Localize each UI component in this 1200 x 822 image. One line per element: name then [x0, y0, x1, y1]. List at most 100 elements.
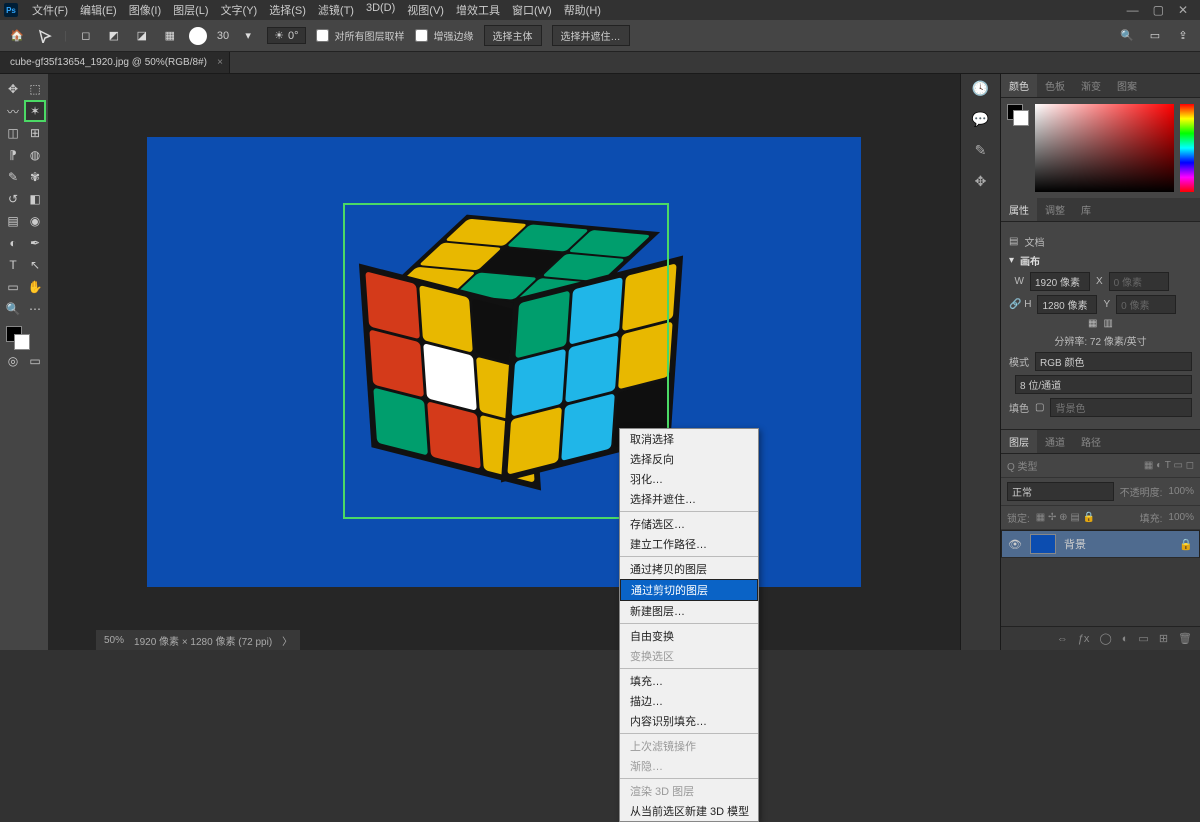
panel-tab[interactable]: 渐变: [1073, 74, 1109, 97]
canvas-width-input[interactable]: 1920 像素: [1030, 272, 1090, 291]
search-icon[interactable]: 🔍: [1118, 27, 1136, 45]
maximize-icon[interactable]: ▢: [1153, 3, 1164, 17]
color-swatches[interactable]: [6, 326, 30, 350]
menu-item[interactable]: 图层(L): [167, 0, 214, 21]
menu-item[interactable]: 滤镜(T): [312, 0, 360, 21]
context-menu-item[interactable]: 新建图层…: [620, 601, 758, 621]
panel-tab[interactable]: 颜色: [1001, 74, 1037, 97]
screenmode-tool[interactable]: ▭: [25, 351, 45, 371]
document-tab[interactable]: cube-gf35f13654_1920.jpg @ 50%(RGB/8#)×: [0, 52, 230, 73]
panel-tab[interactable]: 属性: [1001, 198, 1037, 221]
menu-item[interactable]: 3D(D): [360, 0, 401, 21]
menu-item[interactable]: 图像(I): [123, 0, 167, 21]
layer-row[interactable]: 👁 背景 🔒: [1001, 530, 1200, 558]
context-menu-item[interactable]: 内容识别填充…: [620, 711, 758, 731]
minimize-icon[interactable]: —: [1127, 3, 1139, 17]
sub-sel-icon[interactable]: ◪: [133, 27, 151, 45]
panel-tab[interactable]: 色板: [1037, 74, 1073, 97]
move-tool[interactable]: ✥: [3, 79, 23, 99]
color-field[interactable]: [1035, 104, 1174, 192]
delete-layer-icon[interactable]: 🗑: [1178, 632, 1192, 645]
menu-item[interactable]: 视图(V): [401, 0, 450, 21]
history-brush-tool[interactable]: ↺: [3, 189, 23, 209]
context-menu-item[interactable]: 自由变换: [620, 626, 758, 646]
crop-tool[interactable]: ◫: [3, 123, 23, 143]
angle-input[interactable]: ☀ 0°: [267, 27, 305, 44]
eraser-tool[interactable]: ◧: [25, 189, 45, 209]
select-subject-button[interactable]: 选择主体: [484, 25, 542, 46]
close-icon[interactable]: ✕: [1178, 3, 1188, 17]
frame-tool[interactable]: ⊞: [25, 123, 45, 143]
type-tool[interactable]: T: [3, 255, 23, 275]
home-icon[interactable]: 🏠: [8, 27, 26, 45]
canvas-height-input[interactable]: 1280 像素: [1037, 295, 1097, 314]
menu-item[interactable]: 文字(Y): [215, 0, 264, 21]
layer-thumbnail[interactable]: [1030, 534, 1056, 554]
context-menu-item[interactable]: 填充…: [620, 671, 758, 691]
new-sel-icon[interactable]: ◻: [77, 27, 95, 45]
brush-panel-icon[interactable]: ✎: [975, 142, 987, 159]
sample-all-layers-checkbox[interactable]: 对所有图层取样: [316, 28, 405, 43]
color-mode-select[interactable]: RGB 颜色: [1035, 352, 1192, 371]
menu-item[interactable]: 帮助(H): [558, 0, 607, 21]
healing-tool[interactable]: ◍: [25, 145, 45, 165]
panel-tab[interactable]: 调整: [1037, 198, 1073, 221]
context-menu-item[interactable]: 取消选择: [620, 429, 758, 449]
tool-preset-icon[interactable]: [36, 27, 54, 45]
add-sel-icon[interactable]: ◩: [105, 27, 123, 45]
workspace-icon[interactable]: ▭: [1146, 27, 1164, 45]
clone-panel-icon[interactable]: ✥: [975, 173, 987, 190]
comment-icon[interactable]: 💬: [972, 111, 989, 128]
context-menu-item[interactable]: 存储选区…: [620, 514, 758, 534]
fx-icon[interactable]: ƒx: [1078, 633, 1090, 645]
enhance-edge-checkbox[interactable]: 增强边缘: [415, 28, 474, 43]
fg-bg-swatch[interactable]: [1007, 104, 1029, 126]
panel-tab[interactable]: 图案: [1109, 74, 1145, 97]
context-menu-item[interactable]: 选择反向: [620, 449, 758, 469]
group-icon[interactable]: ▭: [1138, 632, 1148, 645]
quick-select-tool[interactable]: ✶: [25, 101, 45, 121]
context-menu-item[interactable]: 描边…: [620, 691, 758, 711]
bit-depth-select[interactable]: 8 位/通道: [1015, 375, 1192, 394]
dodge-tool[interactable]: ◐: [3, 233, 23, 253]
panel-tab[interactable]: 库: [1073, 198, 1099, 221]
close-tab-icon[interactable]: ×: [217, 57, 223, 68]
marquee-tool[interactable]: ⬚: [25, 79, 45, 99]
mask-icon[interactable]: ◯: [1099, 632, 1111, 645]
int-sel-icon[interactable]: ▦: [161, 27, 179, 45]
zoom-tool[interactable]: 🔍: [3, 299, 23, 319]
blur-tool[interactable]: ◉: [25, 211, 45, 231]
menu-item[interactable]: 编辑(E): [74, 0, 123, 21]
quickmask-tool[interactable]: ◎: [3, 351, 23, 371]
edit-toolbar[interactable]: ⋯: [25, 299, 45, 319]
link-layers-icon[interactable]: ⇔: [1057, 633, 1068, 645]
panel-tab[interactable]: 通道: [1037, 430, 1073, 453]
menu-item[interactable]: 文件(F): [26, 0, 74, 21]
menu-item[interactable]: 增效工具: [450, 0, 506, 21]
brush-preview[interactable]: [189, 27, 207, 45]
context-menu-item[interactable]: 羽化…: [620, 469, 758, 489]
history-icon[interactable]: 🕓: [972, 80, 989, 97]
context-menu-item[interactable]: 建立工作路径…: [620, 534, 758, 554]
visibility-icon[interactable]: 👁: [1008, 538, 1022, 551]
eyedropper-tool[interactable]: ⁋: [3, 145, 23, 165]
lock-icon[interactable]: 🔒: [1179, 538, 1193, 551]
brush-tool[interactable]: ✎: [3, 167, 23, 187]
share-icon[interactable]: ⇪: [1174, 27, 1192, 45]
context-menu-item[interactable]: 通过剪切的图层: [620, 579, 758, 601]
blend-mode-select[interactable]: 正常: [1007, 482, 1114, 501]
context-menu-item[interactable]: 通过拷贝的图层: [620, 559, 758, 579]
lasso-tool[interactable]: 〰: [3, 101, 23, 121]
path-tool[interactable]: ↖: [25, 255, 45, 275]
new-layer-icon[interactable]: ⊞: [1159, 632, 1168, 645]
canvas-area[interactable]: 取消选择选择反向羽化…选择并遮住… 存储选区…建立工作路径… 通过拷贝的图层通过剪切…: [48, 74, 960, 650]
gradient-tool[interactable]: ▤: [3, 211, 23, 231]
context-menu-item[interactable]: 选择并遮住…: [620, 489, 758, 509]
hue-slider[interactable]: [1180, 104, 1194, 192]
select-and-mask-button[interactable]: 选择并遮住…: [552, 25, 630, 46]
pen-tool[interactable]: ✒: [25, 233, 45, 253]
context-menu-item[interactable]: 从当前选区新建 3D 模型: [620, 801, 758, 821]
panel-tab[interactable]: 图层: [1001, 430, 1037, 453]
stamp-tool[interactable]: ✾: [25, 167, 45, 187]
panel-tab[interactable]: 路径: [1073, 430, 1109, 453]
